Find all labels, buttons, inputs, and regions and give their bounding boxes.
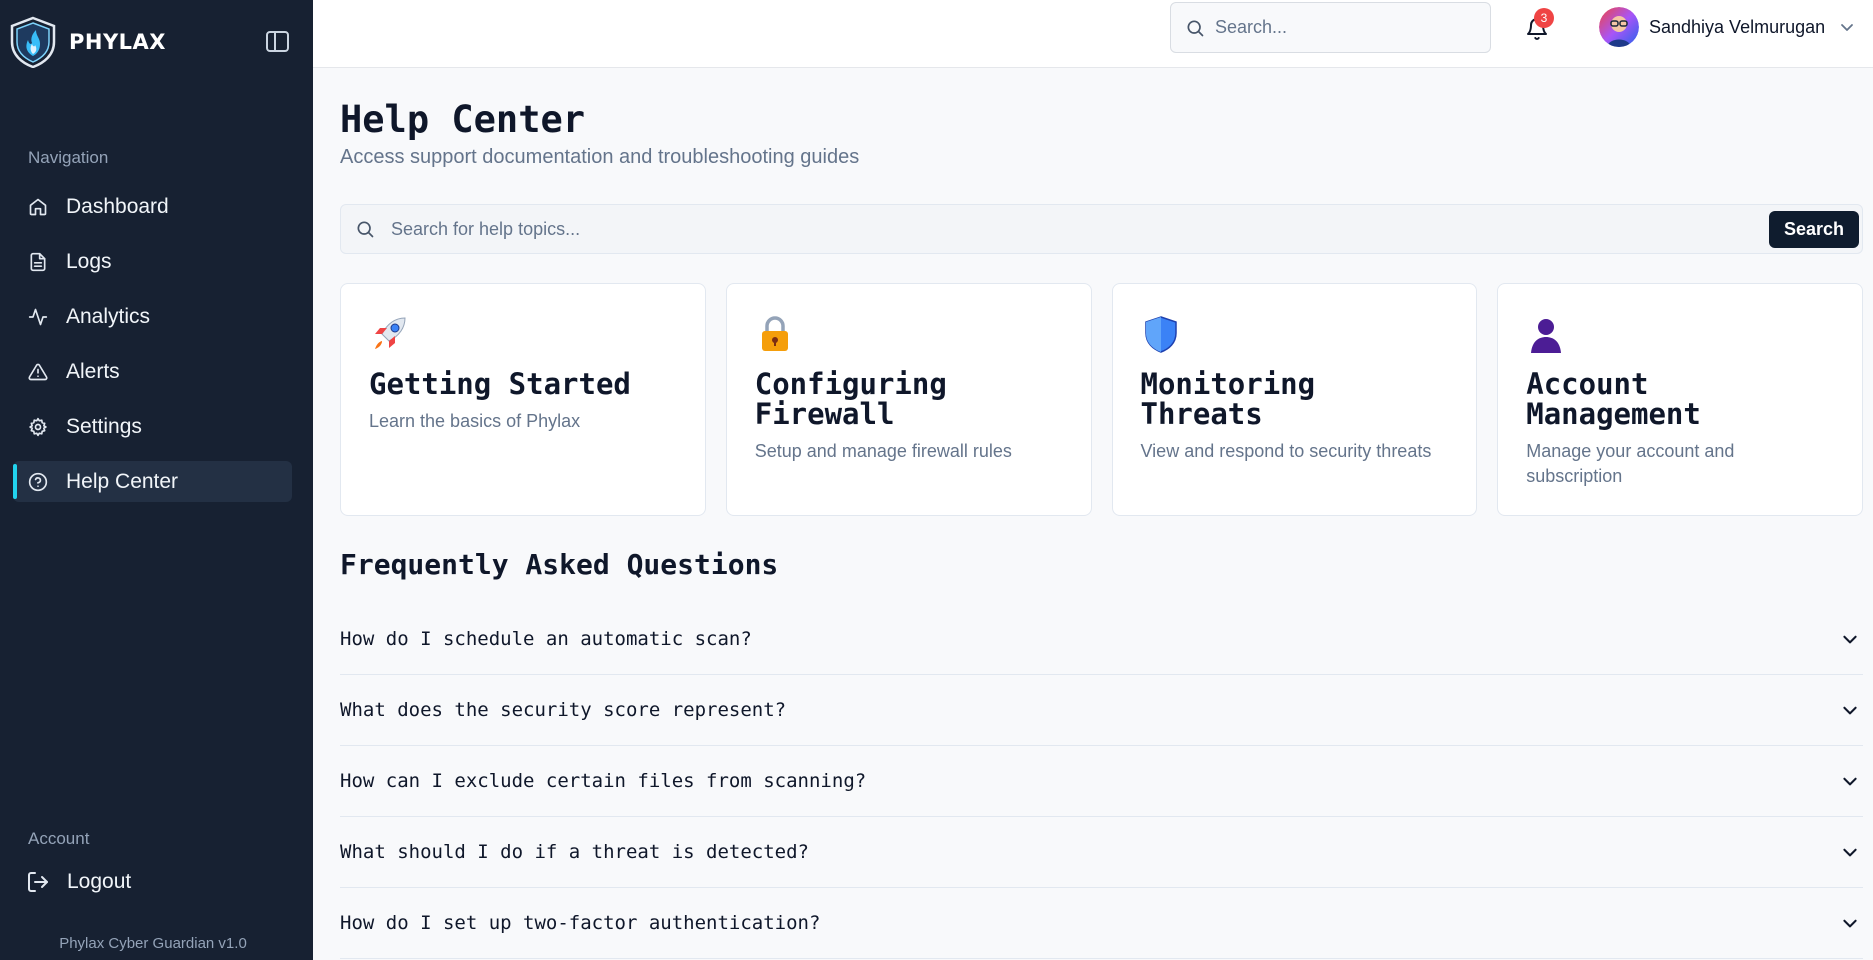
- sidebar-item-help-center[interactable]: Help Center: [13, 461, 292, 502]
- brand-name: PHYLAX: [69, 30, 166, 54]
- faq-heading: Frequently Asked Questions: [340, 548, 779, 581]
- card-title: Monitoring Threats: [1140, 367, 1316, 431]
- alert-triangle-icon: [28, 363, 48, 380]
- logout-label: Logout: [67, 870, 132, 893]
- search-button[interactable]: Search: [1769, 211, 1859, 248]
- card-description: View and respond to security threats: [1140, 441, 1432, 461]
- card-title: Account Management: [1526, 367, 1701, 431]
- faq-item[interactable]: How can I exclude certain files from sca…: [340, 746, 1863, 817]
- search-icon: [1187, 20, 1204, 36]
- help-circle-icon: [28, 472, 48, 491]
- rocket-icon: [375, 317, 406, 349]
- help-topic-cards: Getting Started Learn the basics of Phyl…: [340, 283, 1863, 516]
- sidebar-item-label: Logs: [66, 249, 112, 273]
- faq-item[interactable]: How do I schedule an automatic scan?: [340, 604, 1863, 675]
- faq-item[interactable]: What should I do if a threat is detected…: [340, 817, 1863, 888]
- card-title: Getting Started: [369, 367, 631, 401]
- help-search-input[interactable]: [391, 218, 1691, 240]
- chevron-down-icon: [1843, 706, 1857, 715]
- gear-icon: [29, 417, 47, 436]
- faq-list: How do I schedule an automatic scan? Wha…: [340, 604, 1863, 959]
- global-search[interactable]: [1170, 2, 1491, 53]
- faq-item[interactable]: What does the security score represent?: [340, 675, 1863, 746]
- faq-question: How can I exclude certain files from sca…: [340, 770, 867, 792]
- sidebar-item-settings[interactable]: Settings: [13, 406, 292, 447]
- topic-card-configuring-firewall[interactable]: Configuring Firewall Setup and manage fi…: [725, 283, 1092, 516]
- brand[interactable]: PHYLAX: [9, 16, 166, 68]
- sidebar-item-dashboard[interactable]: Dashboard: [13, 186, 292, 227]
- card-title: Configuring Firewall: [754, 367, 947, 431]
- help-search-bar: Search: [340, 204, 1863, 254]
- card-description: Manage your account and subscription: [1526, 441, 1735, 486]
- shield-icon: [1144, 316, 1177, 353]
- sidebar: PHYLAX Navigation Dashboard Logs Analyti…: [0, 0, 313, 960]
- user-name: Sandhiya Velmurugan: [1649, 16, 1826, 37]
- sidebar-toggle-icon[interactable]: [264, 29, 292, 55]
- chevron-down-icon: [1843, 635, 1857, 644]
- nav-heading: Navigation: [28, 148, 109, 167]
- faq-question: How do I set up two-factor authenticatio…: [340, 912, 821, 934]
- phylax-logo-icon: [10, 16, 56, 68]
- faq-question: What should I do if a threat is detected…: [340, 841, 809, 863]
- sidebar-nav: Dashboard Logs Analytics Alerts Settings…: [13, 186, 292, 516]
- sidebar-item-alerts[interactable]: Alerts: [13, 351, 292, 392]
- lock-icon: [761, 316, 788, 351]
- user-silhouette-icon: [1531, 319, 1562, 353]
- search-icon: [357, 221, 374, 238]
- topic-card-getting-started[interactable]: Getting Started Learn the basics of Phyl…: [340, 283, 706, 516]
- sidebar-item-label: Dashboard: [66, 194, 169, 218]
- activity-icon: [28, 308, 48, 325]
- global-search-input[interactable]: [1215, 17, 1485, 38]
- sidebar-item-logs[interactable]: Logs: [13, 241, 292, 282]
- faq-item[interactable]: How do I set up two-factor authenticatio…: [340, 888, 1863, 959]
- sidebar-item-label: Analytics: [66, 304, 151, 328]
- sidebar-item-label: Help Center: [66, 469, 179, 493]
- version-text: Phylax Cyber Guardian v1.0: [59, 935, 247, 952]
- chevron-down-icon: [1841, 24, 1854, 31]
- topic-card-account-management[interactable]: Account Management Manage your account a…: [1497, 283, 1863, 516]
- topic-card-monitoring-threats[interactable]: Monitoring Threats View and respond to s…: [1111, 283, 1478, 516]
- account-heading: Account: [28, 829, 90, 848]
- home-icon: [29, 198, 47, 215]
- page-title: Help Center: [340, 98, 586, 141]
- topbar: 3 Sandhiya Velmurugan: [313, 0, 1873, 68]
- card-description: Learn the basics of Phylax: [369, 411, 581, 431]
- logout-button[interactable]: Logout: [26, 870, 131, 894]
- faq-question: What does the security score represent?: [340, 699, 787, 721]
- file-text-icon: [30, 252, 46, 271]
- avatar: [1599, 7, 1639, 47]
- chevron-down-icon: [1843, 848, 1857, 857]
- page-subtitle: Access support documentation and trouble…: [340, 146, 860, 168]
- user-menu[interactable]: Sandhiya Velmurugan: [1599, 5, 1855, 49]
- chevron-down-icon: [1843, 919, 1857, 928]
- sidebar-item-label: Settings: [66, 414, 142, 438]
- notification-badge: 3: [1534, 8, 1554, 28]
- sidebar-item-analytics[interactable]: Analytics: [13, 296, 292, 337]
- sidebar-item-label: Alerts: [66, 359, 120, 383]
- chevron-down-icon: [1843, 777, 1857, 786]
- logout-icon: [28, 872, 48, 892]
- faq-question: How do I schedule an automatic scan?: [340, 628, 752, 650]
- card-description: Setup and manage firewall rules: [754, 441, 1012, 461]
